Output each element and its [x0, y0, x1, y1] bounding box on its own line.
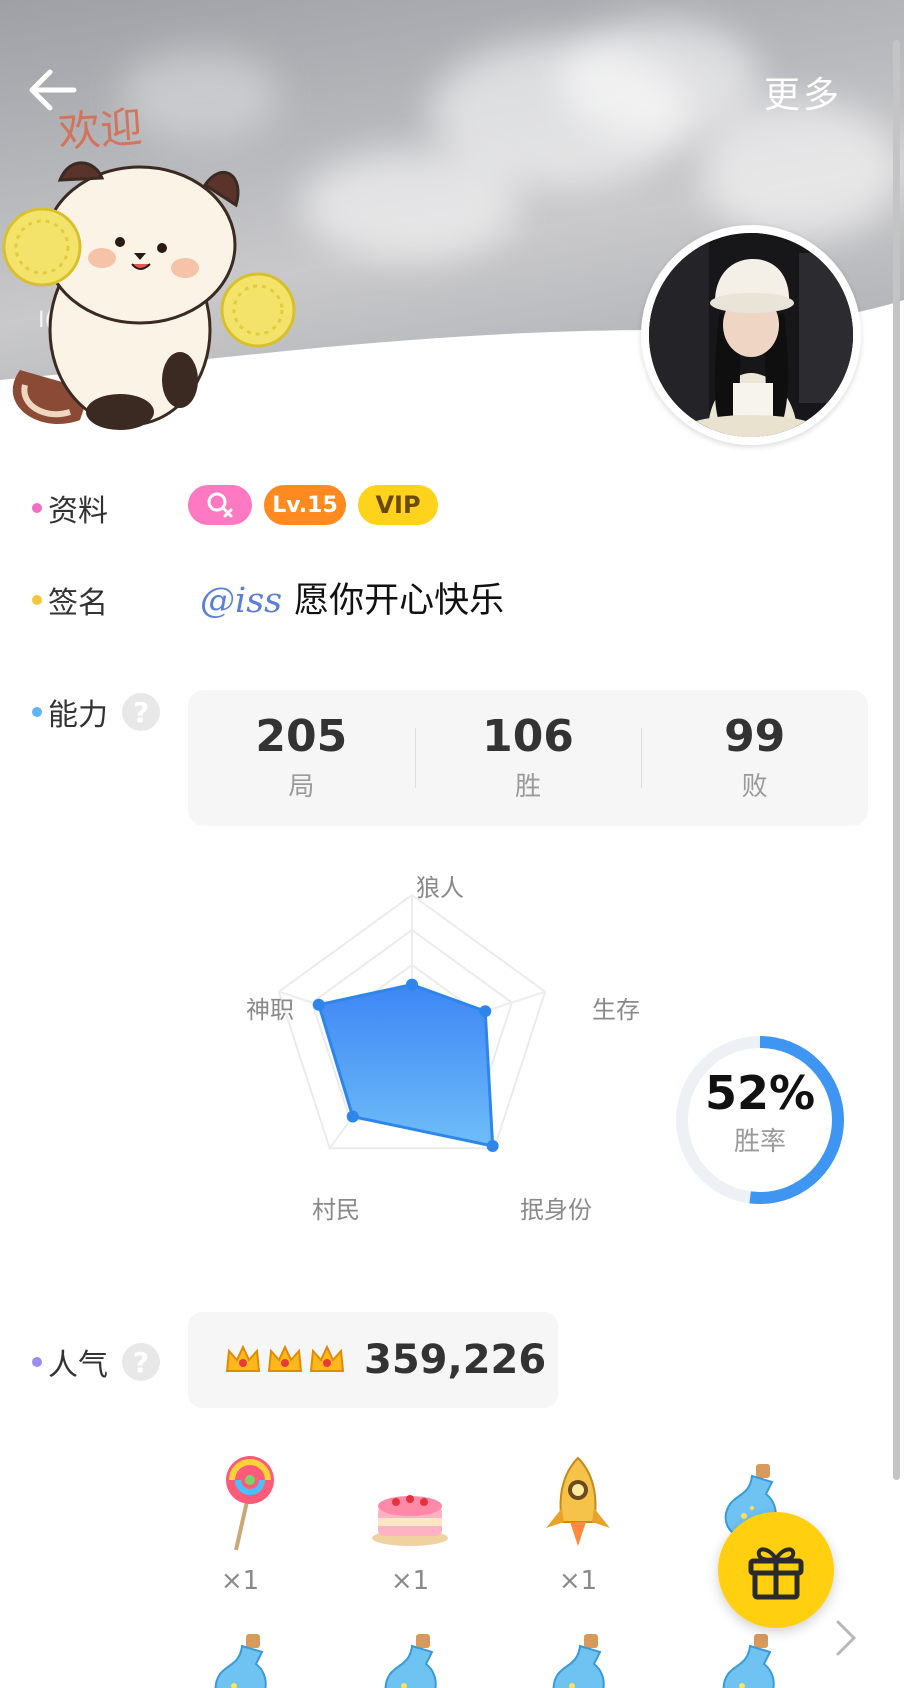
gift-count: ×1	[220, 1566, 260, 1596]
potion-icon[interactable]	[710, 1630, 790, 1688]
profile-label: 资料	[48, 494, 108, 529]
popularity-dot	[32, 1357, 42, 1367]
rocket-icon	[546, 1456, 610, 1546]
potion-icon[interactable]	[202, 1630, 282, 1688]
radar-point	[486, 1139, 499, 1152]
signature-row-label: 签名	[32, 578, 108, 622]
profile-row-label: 资料	[32, 486, 108, 530]
cake-icon	[372, 1495, 448, 1546]
radar-label-villager: 村民	[312, 1196, 360, 1224]
stat-value: 106	[482, 711, 574, 763]
arrow-left-icon	[29, 69, 77, 111]
stat-value: 205	[255, 711, 348, 763]
back-button[interactable]	[26, 62, 82, 118]
radar-svg	[277, 893, 547, 1152]
popularity-label: 人气	[48, 1348, 108, 1383]
scrollbar[interactable]	[893, 40, 900, 1480]
signature-dot	[32, 595, 42, 605]
win-rate-text: 52% 胜率	[672, 1068, 848, 1158]
gender-symbol-icon	[207, 492, 233, 518]
win-rate-value: 52%	[704, 1066, 816, 1120]
radar-value-area	[316, 983, 495, 1148]
gender-badge	[188, 485, 252, 525]
lollipop-icon	[226, 1456, 274, 1551]
radar-label-survival: 生存	[592, 996, 640, 1024]
gift-cake[interactable]	[370, 1462, 450, 1562]
radar-label-identify: 抿身份	[520, 1196, 592, 1224]
profile-page: 欢迎 I( 更多 资料 Lv.15 VIP 签名 @iss 愿你开心快乐 能力 …	[0, 0, 904, 1688]
radar-point	[479, 1005, 492, 1018]
send-gift-button[interactable]	[718, 1512, 834, 1628]
signature-label: 签名	[48, 586, 108, 621]
user-avatar[interactable]	[641, 225, 861, 445]
signature-text: @iss 愿你开心快乐	[200, 572, 504, 623]
avatar-photo	[649, 233, 853, 437]
crowns	[224, 1343, 346, 1377]
ability-help-icon[interactable]: ?	[122, 693, 160, 731]
gift-rocket[interactable]	[538, 1452, 618, 1552]
stat-wins: 106 胜	[414, 690, 642, 826]
crown-icon	[225, 1344, 261, 1372]
radar-point	[406, 978, 418, 991]
profile-badges: Lv.15 VIP	[188, 485, 438, 525]
stat-label: 局	[288, 771, 315, 802]
popularity-box: 359,226	[188, 1312, 558, 1408]
gift-count: ×1	[390, 1566, 430, 1596]
potion-icon[interactable]	[540, 1630, 620, 1688]
ability-radar-chart: 狼人 生存 抿身份 村民 神职	[230, 860, 670, 1230]
radar-point	[312, 998, 325, 1011]
popularity-value: 359,226	[364, 1337, 547, 1383]
profile-dot	[32, 503, 42, 513]
ability-label: 能力	[48, 698, 108, 733]
cheerleader-mascot-image	[2, 161, 296, 430]
potion-icon[interactable]	[372, 1630, 452, 1688]
radar-point	[346, 1110, 359, 1123]
gift-lollipop[interactable]	[208, 1452, 288, 1552]
game-stats-box: 205 局 106 胜 99 败	[188, 690, 868, 826]
more-button[interactable]: 更多	[764, 66, 842, 118]
stat-value: 99	[724, 711, 786, 763]
radar-label-werewolf: 狼人	[416, 874, 464, 902]
stat-label: 胜	[515, 771, 542, 802]
signature-content: 愿你开心快乐	[294, 581, 505, 621]
level-badge: Lv.15	[264, 485, 346, 525]
win-rate-label: 胜率	[733, 1126, 786, 1157]
gift-count: ×1	[558, 1566, 598, 1596]
crown-icon	[309, 1344, 345, 1372]
stat-losses: 99 败	[641, 690, 868, 826]
vip-badge: VIP	[358, 485, 438, 525]
signature-mention[interactable]: @iss	[200, 581, 282, 621]
gift-box-icon	[748, 1547, 804, 1600]
popularity-help-icon[interactable]: ?	[122, 1343, 160, 1381]
radar-label-god: 神职	[246, 996, 294, 1024]
stat-label: 败	[741, 771, 768, 802]
stat-games: 205 局	[188, 690, 415, 826]
popularity-row-label: 人气 ?	[32, 1340, 160, 1384]
ability-row-label: 能力 ?	[32, 690, 160, 734]
ability-dot	[32, 707, 42, 717]
chevron-right-icon[interactable]	[832, 1618, 860, 1658]
crown-icon	[267, 1344, 303, 1372]
